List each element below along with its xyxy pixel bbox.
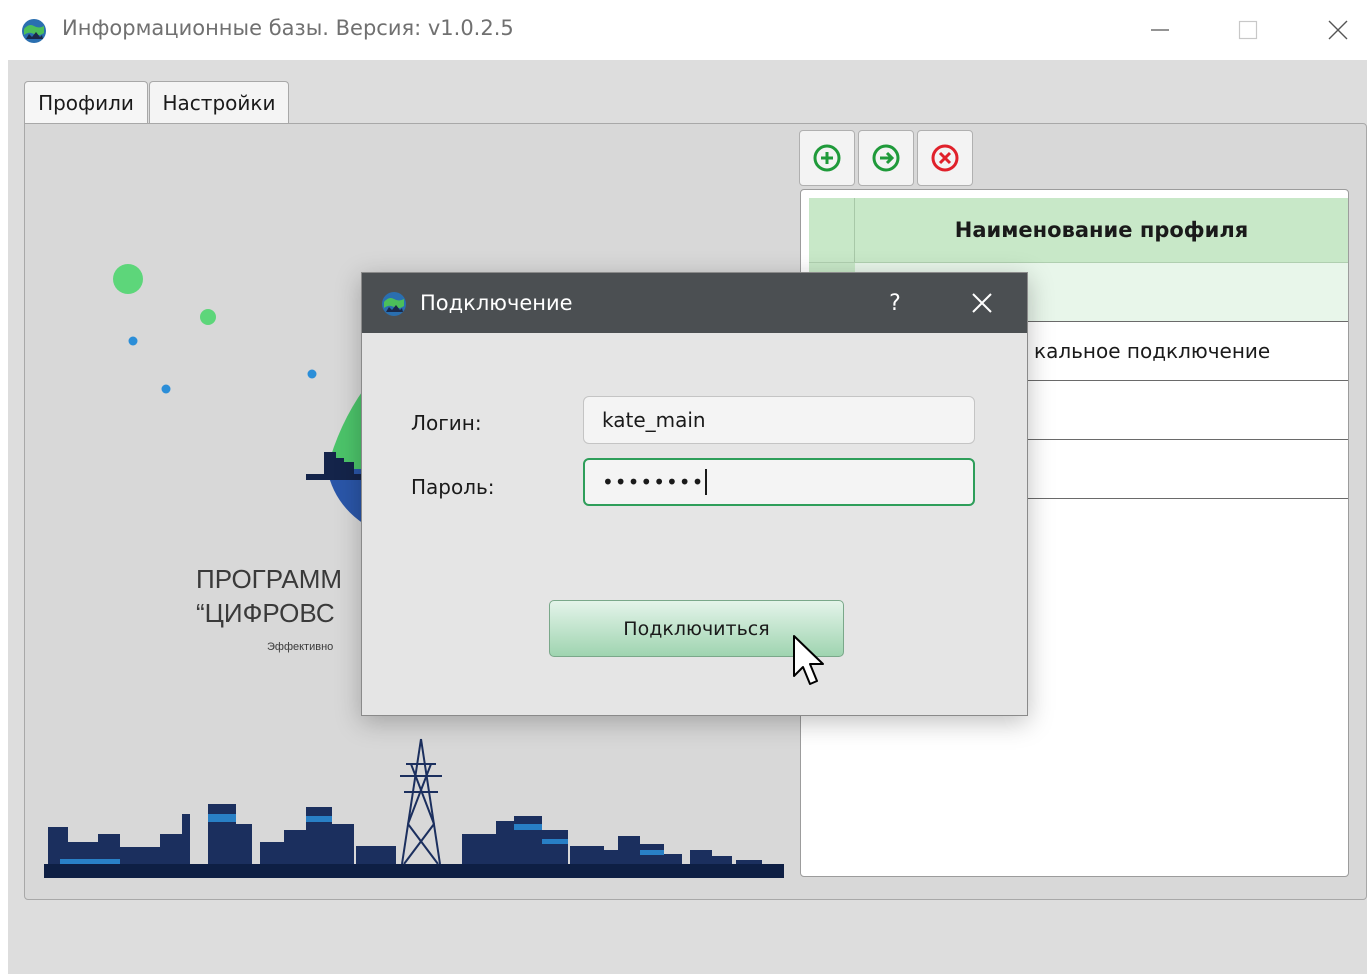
password-label: Пароль: xyxy=(411,475,495,499)
maximize-button[interactable] xyxy=(1228,12,1268,48)
window-title: Информационные базы. Версия: v1.0.2.5 xyxy=(62,16,514,40)
add-circle-icon xyxy=(813,144,841,172)
open-profile-button[interactable] xyxy=(858,130,914,186)
close-icon xyxy=(972,293,992,313)
table-header-index xyxy=(809,198,855,262)
login-label: Логин: xyxy=(411,411,482,435)
maximize-icon xyxy=(1238,20,1258,40)
login-value: kate_main xyxy=(602,408,706,432)
dialog-titlebar: Подключение ? xyxy=(362,273,1027,333)
delete-profile-button[interactable] xyxy=(917,130,973,186)
tab-settings[interactable]: Настройки xyxy=(149,81,289,123)
add-profile-button[interactable] xyxy=(799,130,855,186)
connect-button-label: Подключиться xyxy=(623,617,770,640)
dialog-title: Подключение xyxy=(420,291,573,315)
dialog-close-button[interactable] xyxy=(962,287,1002,319)
mouse-pointer-icon xyxy=(793,635,824,685)
remove-circle-icon xyxy=(931,144,959,172)
password-value: •••••••• xyxy=(602,470,705,494)
arrow-right-circle-icon xyxy=(872,144,900,172)
splash-text-line1: ПРОГРАММ xyxy=(196,564,343,594)
close-window-button[interactable] xyxy=(1318,12,1358,48)
tab-settings-label: Настройки xyxy=(162,90,276,115)
minimize-icon xyxy=(1151,29,1169,31)
window-titlebar: Информационные базы. Версия: v1.0.2.5 xyxy=(0,0,1367,60)
splash-text-line3: Эффективно xyxy=(267,641,334,653)
globe-icon xyxy=(22,19,46,43)
help-button[interactable]: ? xyxy=(880,273,910,333)
globe-icon xyxy=(382,292,406,316)
minimize-button[interactable] xyxy=(1140,12,1180,48)
close-icon xyxy=(1328,20,1348,40)
column-header-profile-name[interactable]: Наименование профиля xyxy=(855,198,1348,262)
splash-text-line2: “ЦИФРОВС xyxy=(196,598,335,628)
text-caret xyxy=(705,469,708,495)
connection-dialog: Подключение ? Логин: kate_main Пароль: •… xyxy=(361,272,1028,716)
tab-profiles-label: Профили xyxy=(38,90,134,115)
password-field[interactable]: •••••••• xyxy=(583,458,975,506)
login-field[interactable]: kate_main xyxy=(583,396,975,444)
table-header: Наименование профиля xyxy=(809,198,1348,263)
tab-profiles[interactable]: Профили xyxy=(24,81,148,123)
